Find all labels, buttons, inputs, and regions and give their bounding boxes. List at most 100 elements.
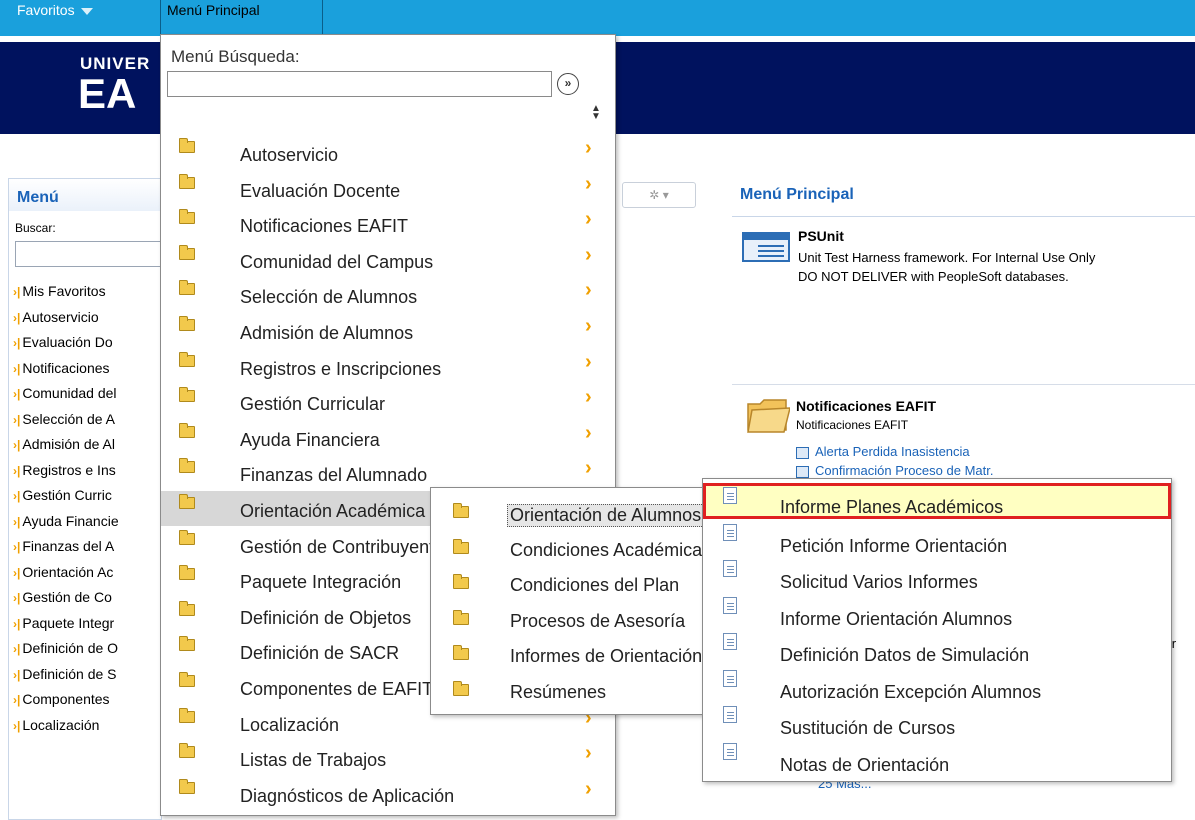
menu-principal-tab[interactable]: Menú Principal xyxy=(160,0,323,34)
report-item[interactable]: Informe Planes Académicos xyxy=(703,483,1171,519)
menu-search-input[interactable] xyxy=(167,71,552,97)
chevron-right-icon: ›| xyxy=(13,693,21,707)
folder-icon xyxy=(179,707,195,723)
submenu-item-label: Condiciones Académicas xyxy=(510,539,710,560)
menu-item-label: Finanzas del Alumnado xyxy=(240,465,428,486)
left-menu-item[interactable]: ›| Autoservicio xyxy=(13,305,99,329)
report-item[interactable]: Solicitud Varios Informes xyxy=(703,556,1171,592)
folder-icon xyxy=(179,387,195,403)
left-menu-item[interactable]: ›| Selección de A xyxy=(13,407,115,431)
folder-icon xyxy=(179,672,195,687)
buscar-label: Buscar: xyxy=(15,221,56,235)
menu-item-label: Definición de SACR xyxy=(240,643,400,664)
menu-item[interactable]: Autoservicio › xyxy=(161,135,615,170)
informes-submenu: Informe Planes Académicos Petición Inform… xyxy=(702,478,1172,782)
chevron-right-icon: › xyxy=(585,421,592,444)
left-menu-panel: Menú Buscar: ›| Mis Favoritos ›| Autoservic… xyxy=(8,178,162,820)
chevron-right-icon: ›| xyxy=(13,310,21,325)
report-item[interactable]: Petición Informe Orientación xyxy=(703,520,1171,556)
left-menu-item[interactable]: ›| Localización xyxy=(13,713,99,737)
chevron-right-icon: ›| xyxy=(13,616,21,631)
chevron-right-icon: › xyxy=(585,208,592,231)
sort-icon[interactable]: ▲ ▼ xyxy=(591,104,601,122)
submenu-item[interactable]: Procesos de Asesoría xyxy=(431,601,709,636)
left-panel-header: Menú xyxy=(9,179,161,211)
notificacion-link[interactable]: Alerta Perdida Inasistencia xyxy=(796,444,970,459)
folder-icon xyxy=(179,244,195,260)
menu-item-label: Diagnósticos de Aplicación xyxy=(240,785,455,806)
document-icon xyxy=(723,633,737,650)
pagelet-options-button[interactable]: ✲ ▾ xyxy=(622,182,696,208)
left-menu-item[interactable]: ›| Definición de S xyxy=(13,662,117,686)
chevron-right-icon: › xyxy=(585,777,592,800)
menu-item[interactable]: Ayuda Financiera › xyxy=(161,420,615,455)
report-item[interactable]: Sustitución de Cursos xyxy=(703,702,1171,738)
left-menu-item[interactable]: ›| Definición de O xyxy=(13,636,118,660)
report-item-label: Autorización Excepción Alumnos xyxy=(780,681,1042,702)
submenu-item[interactable]: Orientación de Alumnos xyxy=(431,494,709,529)
left-menu-item[interactable]: ›| Orientación Ac xyxy=(13,560,113,584)
left-menu-item[interactable]: ›| Componentes xyxy=(13,687,110,711)
menu-item[interactable]: Registros e Inscripciones › xyxy=(161,349,615,384)
chevron-right-icon: ›| xyxy=(13,565,21,580)
menu-item[interactable]: Finanzas del Alumnado › xyxy=(161,455,615,490)
chevron-right-icon: ›| xyxy=(13,489,21,503)
report-item[interactable]: Definición Datos de Simulación xyxy=(703,629,1171,665)
menu-item[interactable]: Evaluación Docente › xyxy=(161,171,615,206)
psunit-desc-line1: Unit Test Harness framework. For Interna… xyxy=(798,250,1096,265)
left-menu-item-label: Definición de S xyxy=(22,665,117,682)
chevron-right-icon: ›| xyxy=(13,718,21,733)
left-menu-item[interactable]: ›| Comunidad del xyxy=(13,381,117,405)
notificaciones-title[interactable]: Notificaciones EAFIT xyxy=(796,398,936,414)
submenu-item[interactable]: Resúmenes xyxy=(431,672,709,707)
menu-item[interactable]: Gestión Curricular › xyxy=(161,384,615,419)
favoritos-label: Favoritos xyxy=(17,2,75,18)
folder-icon xyxy=(453,538,469,554)
favoritos-menu[interactable]: Favoritos xyxy=(12,0,157,34)
folder-icon xyxy=(179,351,195,367)
left-menu-item[interactable]: ›| Notificaciones xyxy=(13,356,110,380)
left-menu-item[interactable]: ›| Ayuda Financie xyxy=(13,509,119,533)
menu-item-label: Registros e Inscripciones xyxy=(240,358,442,379)
left-menu-item-label: Autoservicio xyxy=(22,308,99,325)
submenu-item[interactable]: Condiciones Académicas xyxy=(431,530,709,565)
submenu-item-label: Procesos de Asesoría xyxy=(510,610,686,631)
menu-item[interactable]: Listas de Trabajos › xyxy=(161,740,615,775)
left-menu-item[interactable]: ›| Admisión de Al xyxy=(13,432,115,456)
left-menu-item[interactable]: ›| Finanzas del A xyxy=(13,534,114,558)
menu-item[interactable]: Selección de Alumnos › xyxy=(161,277,615,312)
chevron-right-icon: ›| xyxy=(13,285,21,299)
report-item[interactable]: Notas de Orientación xyxy=(703,739,1171,775)
left-menu-item-label: Definición de O xyxy=(22,640,119,656)
left-menu-item[interactable]: ›| Paquete Integr xyxy=(13,611,114,635)
menu-item[interactable]: Admisión de Alumnos › xyxy=(161,313,615,348)
left-menu-item[interactable]: ›| Registros e Ins xyxy=(13,458,116,482)
menu-item-label: Componentes de EAFIT xyxy=(240,679,434,699)
left-menu-item[interactable]: ›| Gestión Curric xyxy=(13,483,112,507)
report-item[interactable]: Autorización Excepción Alumnos xyxy=(703,666,1171,702)
submenu-item[interactable]: Informes de Orientación xyxy=(431,636,709,671)
submenu-item[interactable]: Condiciones del Plan xyxy=(431,565,709,600)
divider xyxy=(732,216,1195,217)
left-menu-item[interactable]: ›| Gestión de Co xyxy=(13,585,112,609)
report-item[interactable]: Informe Orientación Alumnos xyxy=(703,593,1171,629)
folder-icon xyxy=(179,494,195,509)
psunit-link[interactable]: PSUnit xyxy=(798,228,844,244)
left-menu-item-label: Localización xyxy=(22,716,100,733)
left-menu-item-label: Paquete Integr xyxy=(22,614,115,631)
chevron-down-icon xyxy=(80,7,93,15)
left-menu-item-label: Gestión de Co xyxy=(22,589,112,605)
menu-item[interactable]: Notificaciones EAFIT › xyxy=(161,206,615,241)
menu-item[interactable]: Comunidad del Campus › xyxy=(161,242,615,277)
menu-item-label: Notificaciones EAFIT xyxy=(240,216,409,237)
left-menu-item-label: Ayuda Financie xyxy=(22,512,119,529)
gear-icon: ✲ xyxy=(649,188,660,202)
report-item-label: Definición Datos de Simulación xyxy=(780,645,1030,665)
left-menu-item[interactable]: ›| Mis Favoritos xyxy=(13,279,106,303)
document-icon xyxy=(723,742,737,760)
left-search-input[interactable] xyxy=(15,241,161,267)
search-go-button[interactable]: » xyxy=(557,73,579,95)
left-menu-item[interactable]: ›| Evaluación Do xyxy=(13,330,113,354)
notificacion-link[interactable]: Confirmación Proceso de Matr. xyxy=(796,463,993,478)
document-icon xyxy=(723,523,737,541)
